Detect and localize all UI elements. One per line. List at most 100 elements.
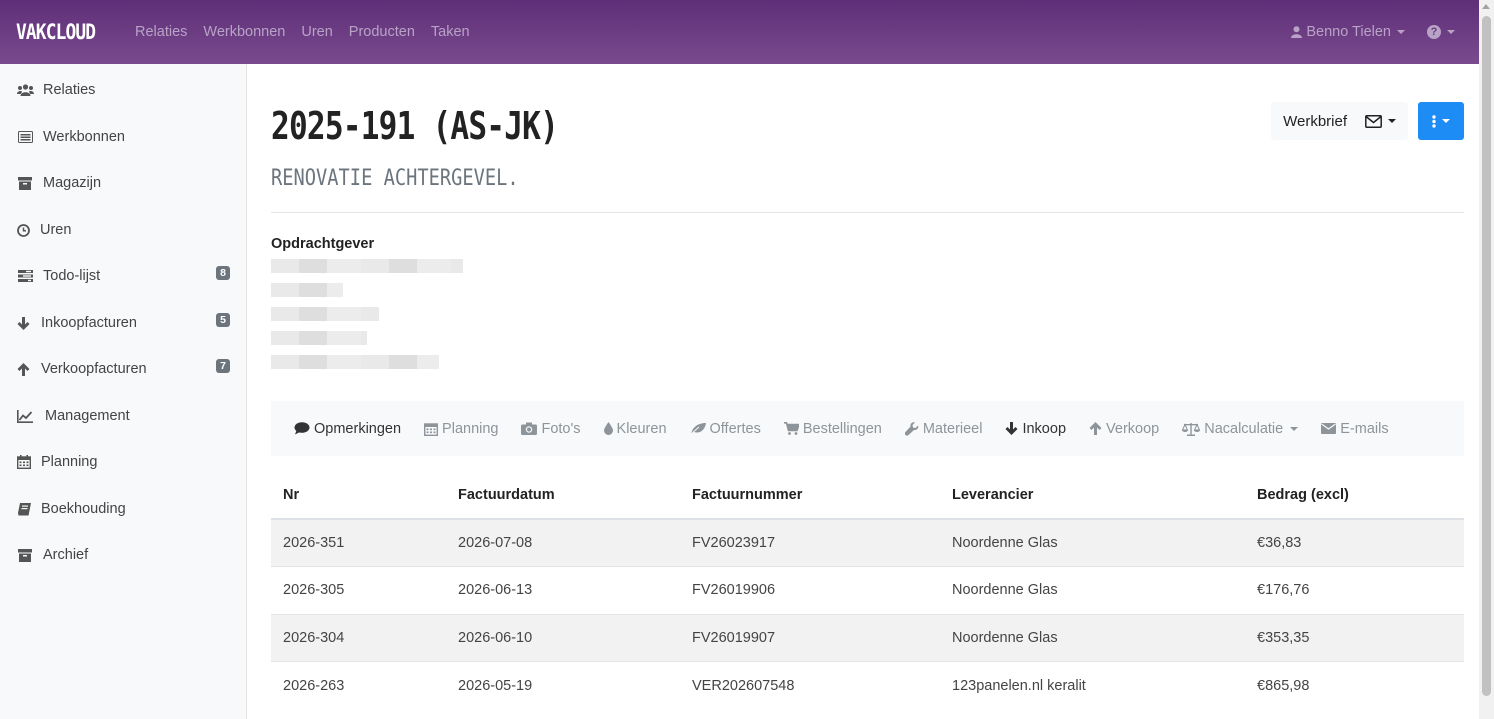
email-dropdown-button[interactable] — [1359, 102, 1408, 140]
table-row[interactable]: 2026-305 2026-06-13 FV26019906 Noordenne… — [271, 566, 1464, 614]
ellipsis-vertical-icon — [1432, 114, 1436, 128]
tab-verkoop[interactable]: Verkoop — [1089, 421, 1159, 437]
chevron-down-icon — [1290, 426, 1299, 431]
sidebar-item-label: Relaties — [43, 82, 96, 98]
column-header-factuurdatum[interactable]: Factuurdatum — [446, 471, 680, 520]
redacted-client-line — [271, 355, 439, 369]
user-icon — [1291, 26, 1303, 38]
header-actions: Werkbrief — [1271, 102, 1464, 140]
chevron-down-icon — [1447, 30, 1455, 34]
top-navbar: VAKCLOUD Relaties Werkbonnen Uren Produc… — [0, 0, 1479, 64]
cell-factuurdatum: 2026-06-10 — [446, 613, 680, 662]
arrow-down-icon — [16, 316, 30, 330]
sidebar-item-todo-lijst[interactable]: Todo-lijst 8 — [16, 264, 232, 288]
nav-link-producten[interactable]: Producten — [349, 24, 415, 40]
sidebar-item-magazijn[interactable]: Magazijn — [16, 171, 232, 195]
tab-e-mails[interactable]: E-mails — [1321, 421, 1389, 437]
brand-logo[interactable]: VAKCLOUD — [16, 20, 97, 44]
cell-bedrag: €36,83 — [1245, 518, 1464, 567]
scroll-up-arrow-icon[interactable] — [1482, 4, 1490, 9]
cart-icon — [783, 422, 799, 435]
page-title: 2025-191 (AS-JK) — [271, 104, 559, 148]
nav-link-taken[interactable]: Taken — [431, 24, 470, 40]
sidebar-item-label: Werkbonnen — [43, 129, 125, 145]
scroll-thumb[interactable] — [1482, 16, 1491, 696]
page-subtitle: RENOVATIE ACHTERGEVEL. — [271, 166, 519, 191]
werkbrief-button[interactable]: Werkbrief — [1271, 102, 1359, 140]
chevron-down-icon — [1388, 119, 1396, 123]
cell-factuurdatum: 2026-05-19 — [446, 661, 680, 709]
help-menu[interactable]: ? — [1427, 25, 1455, 39]
sidebar-item-label: Archief — [43, 547, 89, 563]
users-icon — [16, 83, 34, 97]
sidebar-item-label: Todo-lijst — [43, 268, 101, 284]
calendar-icon — [16, 455, 32, 469]
table-row[interactable]: 2026-304 2026-06-10 FV26019907 Noordenne… — [271, 613, 1464, 662]
tab-kleuren[interactable]: Kleuren — [603, 421, 667, 437]
column-header-leverancier[interactable]: Leverancier — [940, 471, 1245, 520]
cell-bedrag: €353,35 — [1245, 613, 1464, 662]
chevron-down-icon — [1442, 119, 1450, 123]
camera-icon — [521, 422, 538, 435]
tab-planning[interactable]: Planning — [424, 421, 498, 437]
table-header-row: Nr Factuurdatum Factuurnummer Leverancie… — [271, 471, 1464, 520]
sidebar-item-boekhouding[interactable]: Boekhouding — [16, 497, 232, 521]
cell-leverancier: Noordenne Glas — [940, 566, 1245, 614]
user-name: Benno Tielen — [1306, 24, 1391, 40]
chevron-down-icon — [1397, 30, 1405, 34]
archive-box-icon — [16, 548, 34, 562]
sidebar-item-werkbonnen[interactable]: Werkbonnen — [16, 125, 232, 149]
sidebar-item-inkoopfacturen[interactable]: Inkoopfacturen 5 — [16, 311, 232, 335]
sidebar-item-management[interactable]: Management — [16, 404, 232, 428]
cell-leverancier: Noordenne Glas — [940, 613, 1245, 662]
detail-tabs: Opmerkingen Planning Foto's Kleuren Offe… — [271, 401, 1464, 456]
tab-nacalculatie[interactable]: Nacalculatie — [1182, 421, 1299, 437]
leaf-icon — [690, 422, 706, 435]
tab-offertes[interactable]: Offertes — [690, 421, 761, 437]
sidebar-item-label: Magazijn — [43, 175, 102, 191]
todo-count-badge: 8 — [216, 266, 230, 280]
column-header-nr[interactable]: Nr — [271, 471, 446, 520]
tasks-icon — [16, 269, 34, 283]
comment-icon — [294, 422, 310, 435]
clock-icon — [16, 223, 30, 237]
cell-factuurdatum: 2026-06-13 — [446, 566, 680, 614]
cell-nr: 2026-263 — [271, 661, 446, 709]
sidebar-item-archief[interactable]: Archief — [16, 543, 232, 567]
client-label: Opdrachtgever — [271, 236, 375, 252]
table-row[interactable]: 2026-351 2026-07-08 FV26023917 Noordenne… — [271, 518, 1464, 567]
table-row[interactable]: 2026-263 2026-05-19 VER202607548 123pane… — [271, 661, 1464, 709]
cell-factuurnummer: FV26019907 — [680, 613, 940, 662]
more-actions-button[interactable] — [1418, 102, 1464, 140]
tab-inkoop[interactable]: Inkoop — [1005, 421, 1066, 437]
cell-nr: 2026-304 — [271, 613, 446, 662]
arrow-up-icon — [16, 362, 30, 376]
archive-box-icon — [16, 176, 34, 190]
tab-fotos[interactable]: Foto's — [521, 421, 581, 437]
sidebar: Relaties Werkbonnen Magazijn Uren Todo-l… — [0, 64, 247, 719]
cell-leverancier: Noordenne Glas — [940, 518, 1245, 567]
cell-factuurnummer: VER202607548 — [680, 661, 940, 709]
user-menu[interactable]: Benno Tielen — [1291, 24, 1405, 40]
cell-bedrag: €865,98 — [1245, 661, 1464, 709]
page-scrollbar[interactable] — [1479, 0, 1494, 719]
column-header-factuurnummer[interactable]: Factuurnummer — [680, 471, 940, 520]
nav-link-werkbonnen[interactable]: Werkbonnen — [203, 24, 285, 40]
sidebar-item-label: Uren — [40, 222, 72, 238]
cell-factuurnummer: FV26023917 — [680, 518, 940, 567]
tab-bestellingen[interactable]: Bestellingen — [783, 421, 882, 437]
sidebar-item-verkoopfacturen[interactable]: Verkoopfacturen 7 — [16, 357, 232, 381]
arrow-down-icon — [1005, 422, 1018, 435]
envelope-icon — [1365, 114, 1382, 128]
tab-materieel[interactable]: Materieel — [904, 421, 982, 437]
nav-link-uren[interactable]: Uren — [301, 24, 332, 40]
envelope-icon — [1321, 423, 1337, 434]
sidebar-item-planning[interactable]: Planning — [16, 450, 232, 474]
purchase-invoices-table: Nr Factuurdatum Factuurnummer Leverancie… — [271, 471, 1464, 709]
main-content: 2025-191 (AS-JK) RENOVATIE ACHTERGEVEL. … — [271, 64, 1464, 719]
nav-link-relaties[interactable]: Relaties — [135, 24, 187, 40]
tab-opmerkingen[interactable]: Opmerkingen — [294, 421, 401, 437]
column-header-bedrag[interactable]: Bedrag (excl) — [1245, 471, 1464, 520]
sidebar-item-uren[interactable]: Uren — [16, 218, 232, 242]
sidebar-item-relaties[interactable]: Relaties — [16, 78, 232, 102]
